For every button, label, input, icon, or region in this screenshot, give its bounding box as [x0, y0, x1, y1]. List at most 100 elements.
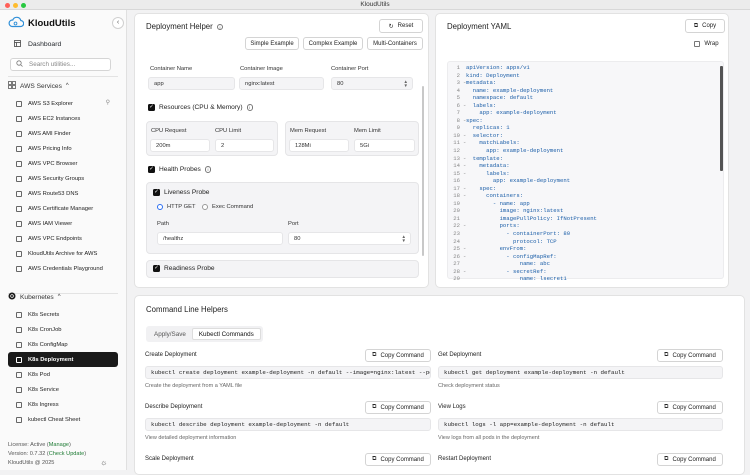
sidebar-item-label: K8s Service	[28, 386, 59, 393]
yaml-editor[interactable]: 1 apiVersion: apps/v1 2 kind: Deployment 3 ⌄…	[447, 61, 724, 282]
sidebar-item-aws-ec2-instances[interactable]: AWS EC2 Instances	[8, 111, 118, 126]
sidebar-item-aws-vpc-endpoints[interactable]: AWS VPC Endpoints	[8, 231, 118, 246]
container-image-input[interactable]: nginx:latest	[239, 77, 324, 90]
simple-example-button[interactable]: Simple Example	[245, 37, 299, 50]
copy-get-deployment-button[interactable]: ⧉ Copy Command	[657, 349, 723, 362]
yaml-line-text: template:	[466, 154, 503, 162]
sidebar-item-aws-vpc-browser[interactable]: AWS VPC Browser	[8, 156, 118, 171]
copy-create-deployment-button[interactable]: ⧉ Copy Command	[365, 349, 431, 362]
brand-name: KloudUtils	[28, 17, 76, 29]
copy-restart-deployment-button[interactable]: ⧉ Copy Command	[657, 453, 723, 466]
restart-deployment-title: Restart Deployment	[438, 456, 492, 462]
tab-apply-save[interactable]: Apply/Save	[148, 328, 192, 340]
yaml-line-text: - name: app	[466, 199, 530, 207]
tab-kubectl-commands[interactable]: Kubectl Commands	[191, 328, 261, 340]
sidebar-item-k8s-cronjob[interactable]: K8s CronJob	[8, 322, 118, 337]
mem-limit-input[interactable]: 5Gi	[354, 139, 415, 152]
aws-group-header[interactable]: AWS Services ^	[8, 81, 69, 91]
get-deployment-command[interactable]: kubectl get deployment example-deploymen…	[438, 366, 723, 379]
copy-scale-deployment-button[interactable]: ⧉ Copy Command	[365, 453, 431, 466]
yaml-line: 4 name: example-deployment	[448, 87, 723, 95]
sidebar-item-label: AWS Certificate Manager	[28, 205, 94, 212]
search-input[interactable]: Search utilities...	[10, 58, 111, 71]
sidebar-item-kubectl-cheat-sheet[interactable]: kubectl Cheat Sheet	[8, 412, 118, 427]
sidebar-item-aws-iam-viewer[interactable]: AWS IAM Viewer	[8, 216, 118, 231]
minimize-window-button[interactable]	[13, 2, 18, 8]
mem-request-input[interactable]: 128Mi	[289, 139, 349, 152]
container-port-input[interactable]: 80 ▲ ▼	[331, 77, 413, 90]
sun-icon[interactable]: ☼	[100, 458, 107, 467]
sidebar-item-label: K8s CronJob	[28, 326, 62, 333]
aws-items-list: AWS S3 Explorer ⚲ AWS EC2 Instances AWS AMI…	[8, 96, 118, 276]
line-number: 19	[453, 199, 460, 207]
liveness-checkbox[interactable]: ✓	[153, 189, 160, 196]
describe-deployment-command[interactable]: kubectl describe deployment example-depl…	[145, 418, 431, 431]
sidebar-item-aws-ami-finder[interactable]: AWS AMI Finder	[8, 126, 118, 141]
copy-yaml-button[interactable]: ⧉ Copy	[685, 19, 725, 33]
wrap-toggle[interactable]: Wrap	[688, 38, 725, 50]
sidebar-item-aws-pricing-info[interactable]: AWS Pricing Info	[8, 141, 118, 156]
check-update-link[interactable]: Check Update	[49, 451, 84, 457]
path-input[interactable]: /healthz	[157, 232, 283, 245]
readiness-checkbox[interactable]: ✓	[153, 265, 160, 272]
sidebar-item-label: AWS Credentials Playground	[28, 265, 103, 272]
yaml-scrollbar[interactable]	[720, 66, 723, 171]
yaml-line: 16 app: example-deployment	[448, 177, 723, 185]
reset-icon: ↻	[388, 23, 394, 30]
sidebar-item-k8s-ingress[interactable]: K8s Ingress	[8, 397, 118, 412]
view-logs-command[interactable]: kubectl logs -l app=example-deployment -…	[438, 418, 723, 431]
wrap-checkbox[interactable]	[694, 41, 701, 47]
main-content: Deployment Helper i ↻ Reset Simple Example…	[134, 13, 750, 475]
zoom-window-button[interactable]	[21, 2, 26, 8]
sidebar-item-aws-route53-dns[interactable]: AWS Route53 DNS	[8, 186, 118, 201]
port-input[interactable]: 80 ▲ ▼	[288, 232, 411, 245]
yaml-line-text: kind: Deployment	[466, 71, 520, 79]
info-icon[interactable]: i	[246, 104, 254, 111]
sidebar-item-k8s-deployment[interactable]: K8s Deployment	[8, 352, 118, 367]
sidebar-item-k8s-service[interactable]: K8s Service	[8, 382, 118, 397]
cpu-limit-input[interactable]: 2	[215, 139, 274, 152]
k8s-items-list: K8s Secrets K8s CronJob K8s ConfigMap K8s D…	[8, 307, 118, 427]
window-titlebar: KloudUtils	[0, 0, 750, 10]
kubernetes-group-header[interactable]: Kubernetes ^	[8, 292, 61, 302]
sidebar-item-kloudutils-archive-for-aws[interactable]: KloudUtils Archive for AWS	[8, 246, 118, 261]
multi-containers-button[interactable]: Multi-Containers	[367, 37, 423, 50]
container-name-input[interactable]: app	[148, 77, 235, 90]
sidebar-item-dashboard[interactable]: Dashboard	[8, 38, 118, 50]
sidebar-item-aws-security-groups[interactable]: AWS Security Groups	[8, 171, 118, 186]
sidebar-item-k8s-secrets[interactable]: K8s Secrets	[8, 307, 118, 322]
helper-scrollbar[interactable]	[422, 86, 424, 256]
line-number: 28	[453, 267, 460, 275]
version-info: Version: 0.7.32 (Check Update)	[8, 451, 87, 457]
stepper-icon[interactable]: ▲ ▼	[402, 234, 406, 243]
create-deployment-command[interactable]: kubectl create deployment example-deploy…	[145, 366, 431, 379]
stepper-icon[interactable]: ▲ ▼	[404, 79, 408, 88]
pin-icon[interactable]: ⚲	[106, 99, 110, 106]
health-probes-checkbox[interactable]: ✓	[148, 166, 155, 173]
sidebar-item-aws-certificate-manager[interactable]: AWS Certificate Manager	[8, 201, 118, 216]
cpu-request-input[interactable]: 200m	[150, 139, 210, 152]
reset-button[interactable]: ↻ Reset	[379, 19, 423, 33]
sidebar-item-k8s-configmap[interactable]: K8s ConfigMap	[8, 337, 118, 352]
brand[interactable]: KloudUtils	[8, 16, 76, 30]
close-window-button[interactable]	[5, 2, 10, 8]
http-get-radio[interactable]	[157, 204, 163, 210]
scale-deployment-title: Scale Deployment	[145, 456, 194, 462]
sidebar-item-aws-s3-explorer[interactable]: AWS S3 Explorer ⚲	[8, 96, 118, 111]
collapse-sidebar-button[interactable]: ‹	[112, 17, 124, 29]
manage-license-link[interactable]: Manage	[49, 442, 69, 448]
line-number: 13	[453, 154, 460, 162]
sidebar-item-label: K8s Deployment	[28, 356, 74, 363]
sidebar-item-k8s-pod[interactable]: K8s Pod	[8, 367, 118, 382]
info-icon[interactable]: i	[216, 23, 224, 31]
copy-view-logs-button[interactable]: ⧉ Copy Command	[657, 401, 723, 414]
resources-checkbox[interactable]: ✓	[148, 104, 155, 111]
sidebar-item-aws-credentials-playground[interactable]: AWS Credentials Playground	[8, 261, 118, 276]
info-icon[interactable]: i	[204, 166, 212, 173]
copy-icon: ⧉	[693, 22, 699, 29]
sidebar-item-label: kubectl Cheat Sheet	[28, 416, 81, 423]
complex-example-button[interactable]: Complex Example	[303, 37, 363, 50]
exec-command-radio[interactable]	[202, 204, 208, 210]
window-title: KloudUtils	[360, 1, 390, 8]
copy-describe-deployment-button[interactable]: ⧉ Copy Command	[365, 401, 431, 414]
